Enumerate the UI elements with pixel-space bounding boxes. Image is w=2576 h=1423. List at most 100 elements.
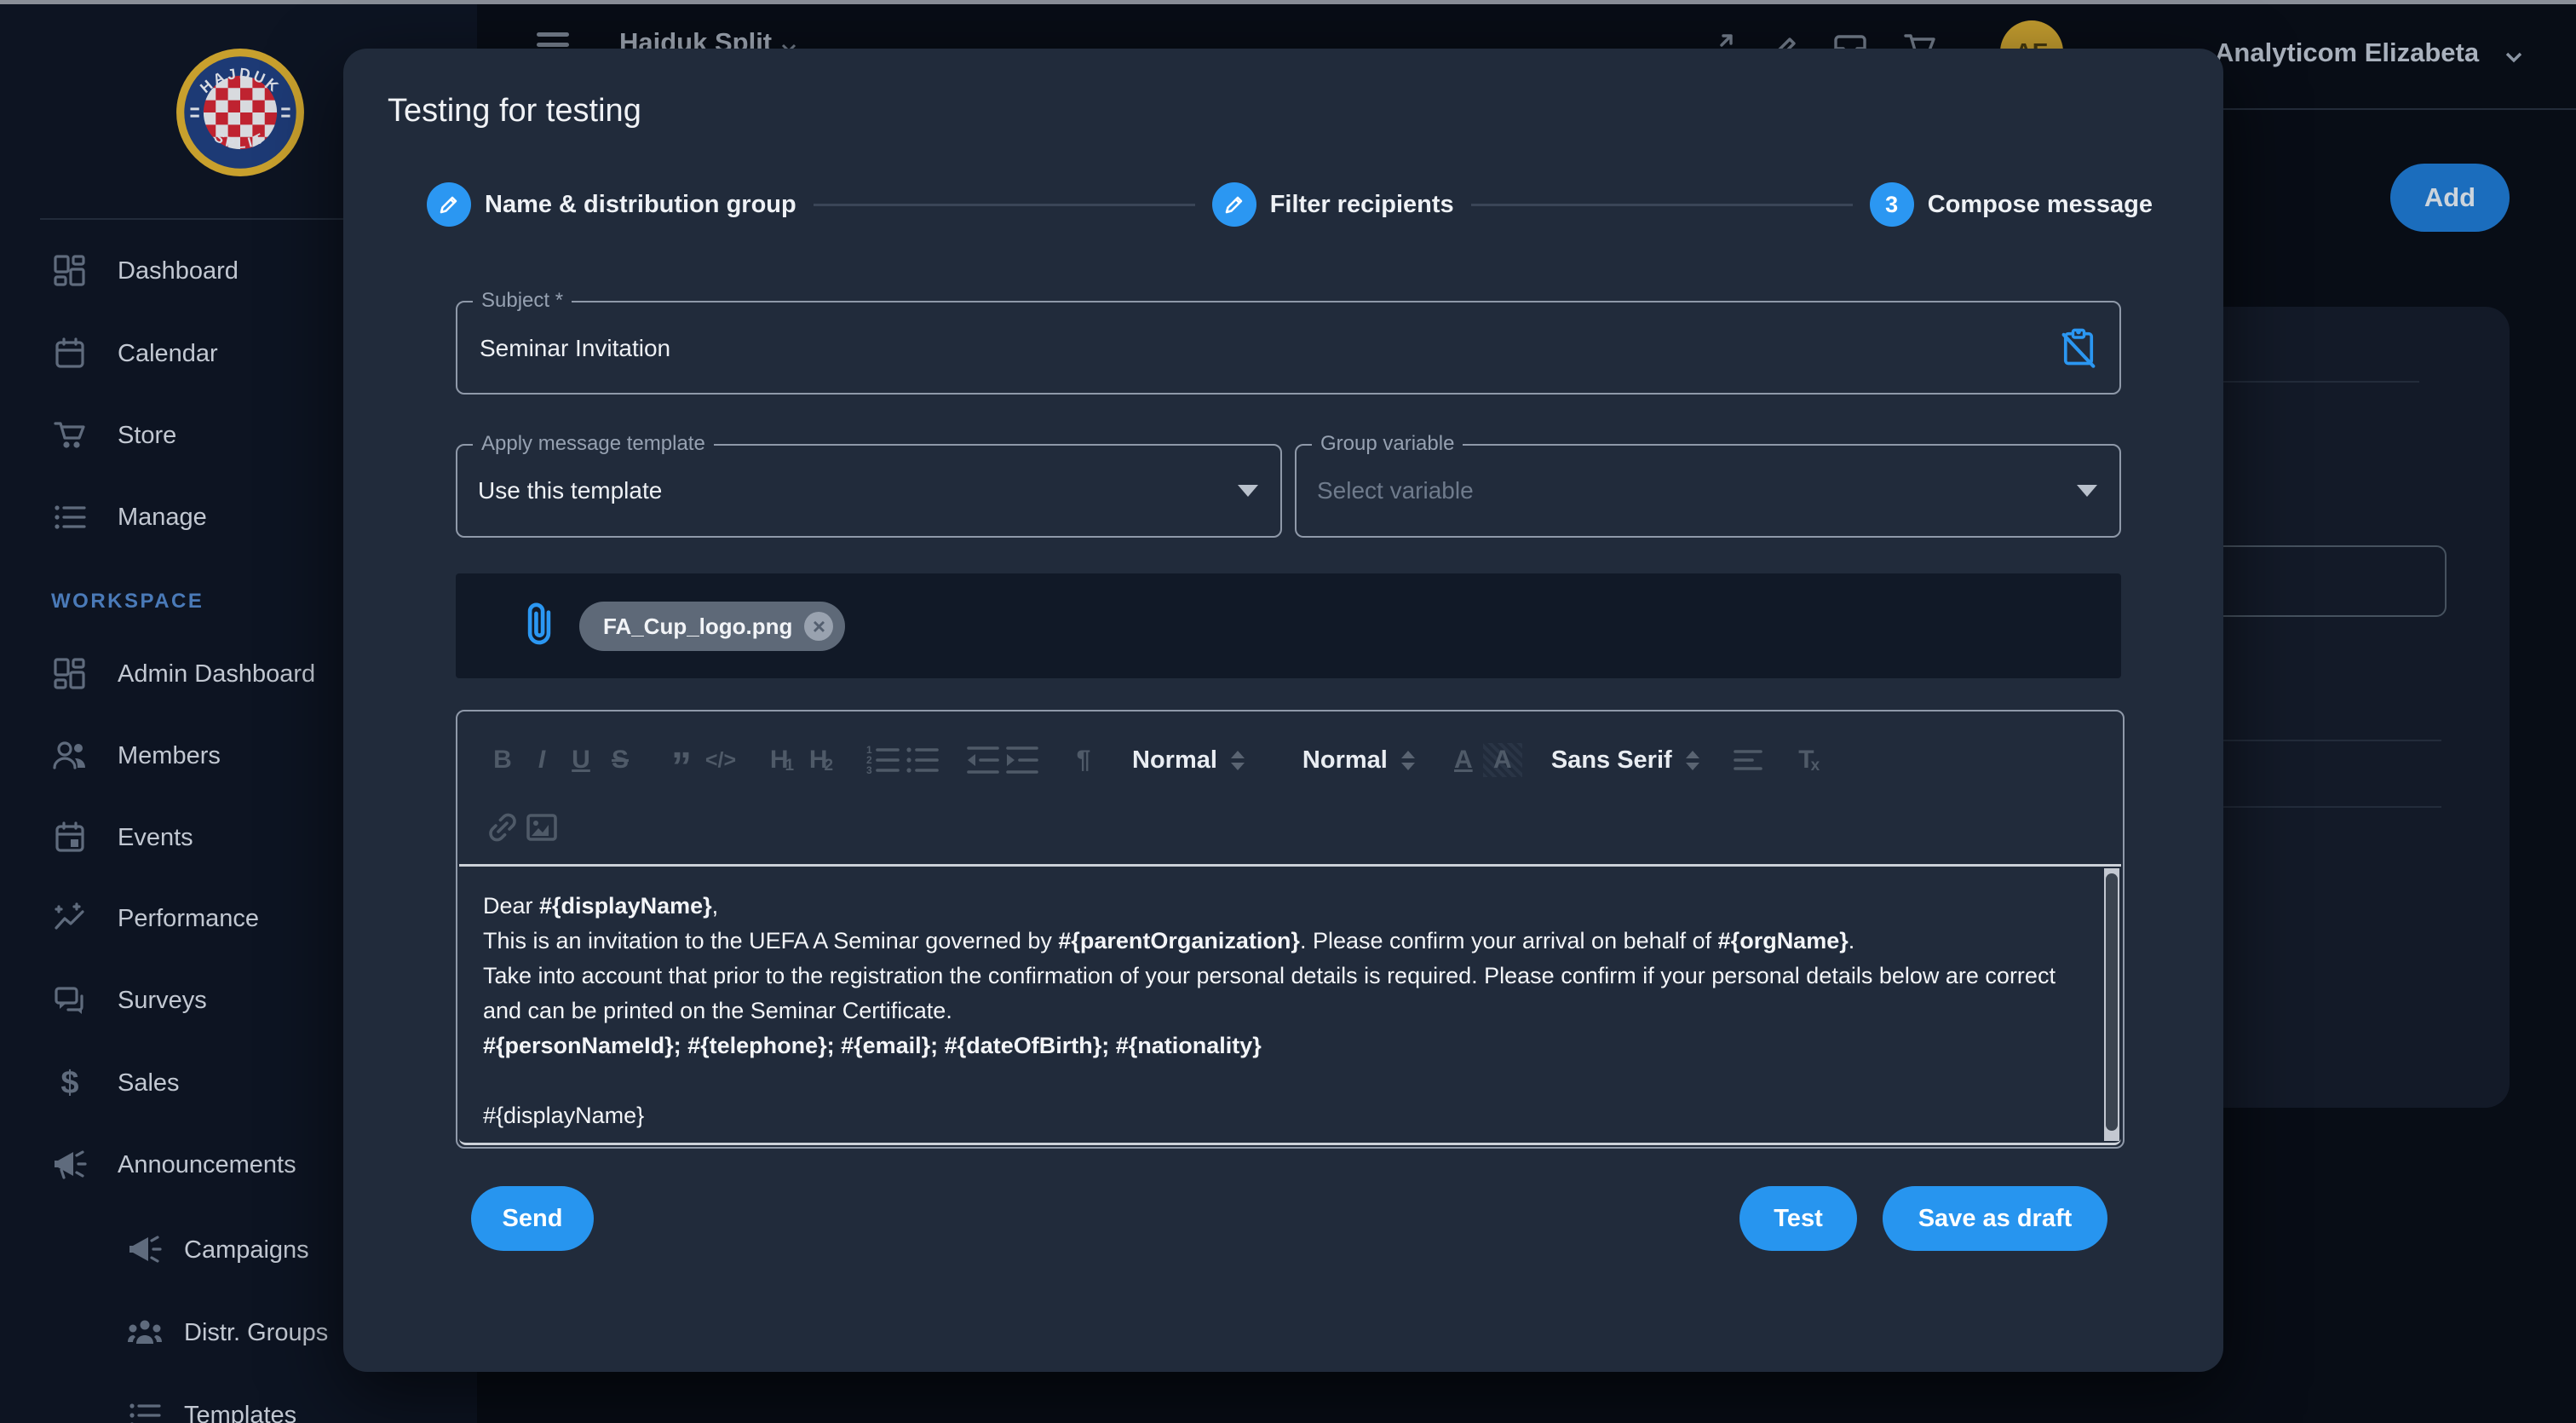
attachment-filename: FA_Cup_logo.png <box>603 614 792 640</box>
insert-image-button[interactable] <box>522 805 561 850</box>
indent-button[interactable] <box>1003 738 1042 782</box>
stepper: Name & distribution group Filter recipie… <box>427 182 2153 227</box>
updown-caret-icon <box>1686 751 1699 770</box>
header-1-button[interactable]: H1 <box>762 738 802 782</box>
header-picker[interactable]: Normal <box>1302 746 1415 775</box>
bold-button[interactable]: B <box>483 738 522 782</box>
editor-toolbar-row-2 <box>483 805 561 850</box>
add-button[interactable]: Add <box>2390 164 2510 232</box>
sidebar-item-label: Performance <box>118 905 259 933</box>
text-color-button[interactable]: A <box>1444 738 1483 782</box>
dropdown-caret-icon <box>2077 485 2097 497</box>
modal-title: Testing for testing <box>388 93 641 130</box>
align-button[interactable] <box>1728 738 1768 782</box>
send-button[interactable]: Send <box>471 1186 594 1251</box>
message-line: #{displayName} <box>483 1098 2070 1133</box>
group-variable-select[interactable]: Group variable Select variable <box>1295 444 2121 538</box>
outdent-button[interactable] <box>963 738 1003 782</box>
sidebar-item-label: Surveys <box>118 987 207 1015</box>
size-picker[interactable]: Normal <box>1132 746 1245 775</box>
template-select[interactable]: Apply message template Use this template <box>456 444 1282 538</box>
step-label: Filter recipients <box>1270 191 1454 219</box>
step-compose-message[interactable]: 3 Compose message <box>1870 182 2153 227</box>
sidebar-item-templates[interactable]: Templates <box>0 1389 477 1423</box>
step-circle <box>1212 182 1256 227</box>
message-line <box>483 1063 2070 1098</box>
editor-content[interactable]: Dear #{displayName},This is an invitatio… <box>459 864 2121 1145</box>
chevron-down-icon <box>2501 44 2527 70</box>
step-circle <box>427 182 471 227</box>
screen: HAJDUK SPLIT Dashboard Calendar Store Ma… <box>0 0 2576 1423</box>
message-line: #{personNameId}; #{telephone}; #{email};… <box>483 1028 2070 1063</box>
updown-caret-icon <box>1231 751 1245 770</box>
font-picker[interactable]: Sans Serif <box>1551 746 1699 775</box>
hajduk-split-logo: HAJDUK SPLIT <box>175 47 306 178</box>
dashboard-icon <box>51 252 89 290</box>
editor-toolbar-row-1: B I U S ” </> H1 H2 123 ¶ No <box>483 730 1829 790</box>
step-filter-recipients[interactable]: Filter recipients <box>1212 182 1454 227</box>
message-line: Take into account that prior to the regi… <box>483 959 2070 1028</box>
pencil-icon <box>438 193 460 216</box>
people-icon <box>51 737 89 775</box>
calendar-icon <box>51 335 89 372</box>
sidebar-item-label: Announcements <box>118 1151 296 1179</box>
sidebar-item-label: Templates <box>184 1402 296 1423</box>
step-label: Compose message <box>1928 191 2153 219</box>
group-icon <box>126 1314 164 1351</box>
dashboard-icon <box>51 655 89 693</box>
message-body[interactable]: Dear #{displayName},This is an invitatio… <box>483 889 2070 1133</box>
header-divider <box>2177 108 2576 110</box>
chat-bubbles-icon <box>51 982 89 1019</box>
sidebar-item-label: Admin Dashboard <box>118 660 315 688</box>
sidebar-section-workspace: WORKSPACE <box>51 590 204 614</box>
list-icon <box>126 1397 164 1423</box>
blockquote-button[interactable]: ” <box>662 730 701 790</box>
paste-off-icon[interactable] <box>2057 326 2100 369</box>
updown-caret-icon <box>1401 751 1415 770</box>
underline-button[interactable]: U <box>561 738 601 782</box>
code-button[interactable]: </> <box>701 738 740 782</box>
editor-scrollbar-thumb[interactable] <box>2106 873 2118 1131</box>
megaphone-icon <box>126 1231 164 1269</box>
cart-icon <box>51 417 89 454</box>
step-name-distribution[interactable]: Name & distribution group <box>427 182 796 227</box>
dropdown-caret-icon <box>1238 485 1258 497</box>
step-number: 3 <box>1885 192 1898 218</box>
sidebar-item-label: Campaigns <box>184 1236 309 1265</box>
text-direction-button[interactable]: ¶ <box>1064 738 1103 782</box>
account-menu[interactable]: Analyticom Elizabeta <box>2215 37 2479 68</box>
message-line: This is an invitation to the UEFA A Semi… <box>483 924 2070 959</box>
sidebar-item-label: Distr. Groups <box>184 1319 328 1347</box>
italic-button[interactable]: I <box>522 738 561 782</box>
event-calendar-icon <box>51 819 89 856</box>
sidebar-item-label: Sales <box>118 1069 180 1097</box>
step-connector <box>1471 204 1853 206</box>
attachment-chip: FA_Cup_logo.png × <box>579 602 845 651</box>
remove-attachment-button[interactable]: × <box>804 612 833 641</box>
subject-input[interactable] <box>478 302 2015 395</box>
strikethrough-button[interactable]: S <box>601 738 640 782</box>
save-as-draft-button[interactable]: Save as draft <box>1883 1186 2107 1251</box>
bullet-list-button[interactable] <box>902 738 941 782</box>
dollar-icon: $ <box>51 1064 89 1102</box>
link-button[interactable] <box>483 805 522 850</box>
group-variable-placeholder: Select variable <box>1317 446 1474 536</box>
attachments-bar: FA_Cup_logo.png × <box>456 573 2121 678</box>
clear-formatting-button[interactable]: Tx <box>1790 738 1829 782</box>
message-line: Dear #{displayName}, <box>483 889 2070 924</box>
test-button[interactable]: Test <box>1739 1186 1857 1251</box>
sidebar-item-label: Calendar <box>118 340 218 368</box>
list-icon <box>51 498 89 536</box>
sidebar-item-label: Dashboard <box>118 257 239 285</box>
paperclip-icon[interactable] <box>515 601 563 652</box>
ordered-list-button[interactable]: 123 <box>863 738 902 782</box>
subject-field: Subject * <box>456 301 2121 395</box>
background-color-button[interactable]: A <box>1483 743 1522 777</box>
step-circle: 3 <box>1870 182 1914 227</box>
trend-icon <box>51 900 89 937</box>
sidebar-item-label: Manage <box>118 504 207 532</box>
header-2-button[interactable]: H2 <box>802 738 841 782</box>
sidebar-item-label: Events <box>118 824 193 852</box>
step-connector <box>814 204 1195 206</box>
sidebar-item-label: Store <box>118 422 176 450</box>
